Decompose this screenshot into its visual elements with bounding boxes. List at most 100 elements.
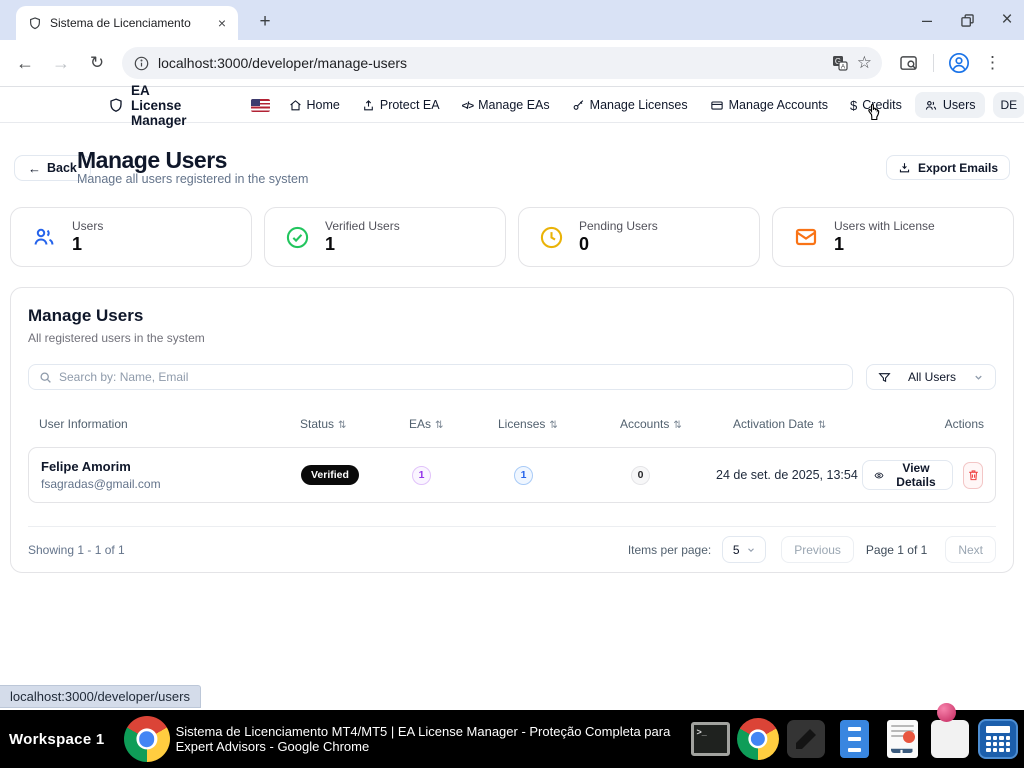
upload-icon — [362, 99, 375, 112]
language-badge[interactable]: DE — [993, 92, 1024, 118]
browser-toolbar: localhost:3000/developer/manage-users GA — [0, 40, 1024, 87]
dollar-icon — [850, 98, 857, 113]
table-row: Felipe Amorim fsagradas@gmail.com Verifi… — [28, 447, 996, 503]
app-brand[interactable]: EA License Manager — [108, 83, 187, 128]
tab-close-icon[interactable] — [214, 15, 230, 31]
panel-title: Manage Users — [28, 306, 996, 326]
next-page-button[interactable]: Next — [945, 536, 996, 563]
trash-icon — [967, 468, 980, 482]
sort-icon — [338, 417, 346, 431]
column-licenses[interactable]: Licenses — [491, 417, 613, 431]
accounts-count-badge: 0 — [631, 466, 650, 485]
nav-items: Home Protect EA Manage EAs Manage Licens… — [251, 92, 1024, 119]
search-box[interactable] — [28, 364, 853, 390]
nav-item-manage-eas[interactable]: Manage EAs — [453, 92, 559, 118]
stat-label: Verified Users — [325, 219, 400, 233]
users-stat-icon — [31, 225, 57, 249]
cell-activation-date: 24 de set. de 2025, 13:54 — [714, 468, 862, 482]
restore-icon[interactable] — [958, 11, 976, 29]
browser-menu-icon[interactable] — [984, 53, 1001, 73]
reload-icon[interactable] — [82, 48, 112, 78]
toolbar-actions — [900, 52, 1001, 74]
brand-shield-icon — [108, 97, 124, 114]
file-manager-icon[interactable] — [834, 719, 874, 759]
terminal-icon[interactable] — [690, 719, 730, 759]
previous-page-button[interactable]: Previous — [781, 536, 854, 563]
svg-text:A: A — [841, 63, 846, 70]
cell-eas: 1 — [402, 465, 492, 485]
column-status[interactable]: Status — [296, 417, 401, 431]
tab-search-icon[interactable] — [900, 55, 919, 72]
workspace-label[interactable]: Workspace 1 — [0, 731, 115, 748]
site-info-icon[interactable] — [134, 56, 149, 71]
key-icon — [572, 99, 585, 112]
nav-item-manage-accounts[interactable]: Manage Accounts — [701, 92, 837, 118]
nav-item-manage-licenses[interactable]: Manage Licenses — [563, 92, 697, 118]
text-editor-icon[interactable] — [786, 719, 826, 759]
cell-licenses: 1 — [492, 465, 614, 485]
nav-item-home[interactable]: Home — [280, 92, 349, 118]
back-icon[interactable] — [10, 48, 40, 78]
delete-user-button[interactable] — [963, 462, 983, 489]
chrome-icon[interactable] — [738, 719, 778, 759]
home-icon — [289, 99, 302, 112]
search-input[interactable] — [59, 370, 842, 384]
stat-card-users: Users 1 — [10, 207, 252, 267]
column-actions: Actions — [861, 417, 996, 431]
shield-icon — [28, 16, 42, 31]
column-activation-date[interactable]: Activation Date — [713, 417, 861, 431]
view-details-button[interactable]: View Details — [862, 460, 953, 490]
forward-icon[interactable] — [46, 48, 76, 78]
page-info: Page 1 of 1 — [866, 543, 927, 557]
us-flag-icon[interactable] — [251, 99, 270, 112]
chrome-window-icon[interactable] — [124, 716, 170, 762]
column-user-information: User Information — [28, 417, 296, 431]
mail-icon — [793, 225, 819, 249]
new-tab-button[interactable] — [252, 9, 278, 35]
close-icon[interactable] — [998, 11, 1016, 29]
column-eas[interactable]: EAs — [401, 417, 491, 431]
filter-label: All Users — [899, 370, 965, 384]
nav-label: Home — [307, 98, 340, 112]
bookmark-star-icon[interactable] — [857, 53, 872, 73]
pagination-bar: Showing 1 - 1 of 1 Items per page: 5 Pre… — [28, 527, 996, 572]
mouse-cursor — [866, 103, 883, 127]
stat-card-verified-users: Verified Users 1 — [264, 207, 506, 267]
calculator-icon[interactable] — [978, 719, 1018, 759]
nav-item-protect-ea[interactable]: Protect EA — [353, 92, 449, 118]
filter-dropdown[interactable]: All Users — [866, 364, 996, 390]
export-emails-button[interactable]: Export Emails — [886, 155, 1010, 180]
table-controls: All Users — [28, 364, 996, 390]
link-status-bubble: localhost:3000/developer/users — [0, 685, 201, 708]
eye-icon — [874, 469, 884, 482]
taskbar: Workspace 1 Sistema de Licenciamento MT4… — [0, 710, 1024, 768]
view-details-label: View Details — [891, 461, 941, 489]
items-per-page-label: Items per page: — [628, 543, 711, 557]
browser-tab[interactable]: Sistema de Licenciamento — [16, 6, 238, 40]
page-size-select[interactable]: 5 — [722, 536, 766, 563]
showing-count: Showing 1 - 1 of 1 — [28, 543, 125, 557]
image-viewer-icon[interactable] — [930, 719, 970, 759]
desktop: Sistema de Licenciamento localhost:3000/… — [0, 0, 1024, 768]
nav-item-users[interactable]: Users — [915, 92, 985, 118]
cell-actions: View Details — [862, 460, 995, 490]
active-window-title[interactable]: Sistema de Licenciamento MT4/MT5 | EA Li… — [176, 724, 684, 755]
translate-icon[interactable]: GA — [832, 55, 848, 71]
clock-icon — [539, 225, 564, 250]
panel-subtitle: All registered users in the system — [28, 331, 996, 345]
filter-funnel-icon — [878, 371, 891, 384]
document-viewer-icon[interactable] — [882, 719, 922, 759]
toolbar-divider — [933, 54, 934, 72]
address-bar[interactable]: localhost:3000/developer/manage-users GA — [122, 47, 882, 79]
minimize-icon[interactable] — [918, 11, 936, 29]
user-name: Felipe Amorim — [41, 459, 297, 474]
download-icon — [898, 161, 911, 174]
url-text[interactable]: localhost:3000/developer/manage-users — [158, 55, 823, 71]
column-accounts[interactable]: Accounts — [613, 417, 713, 431]
stat-value: 1 — [834, 234, 935, 255]
stat-value: 0 — [579, 234, 658, 255]
page-size-value: 5 — [733, 543, 740, 557]
cell-status: Verified — [297, 465, 402, 485]
profile-avatar-icon[interactable] — [948, 52, 970, 74]
stats-row: Users 1 Verified Users 1 Pending Users 0… — [10, 207, 1014, 267]
